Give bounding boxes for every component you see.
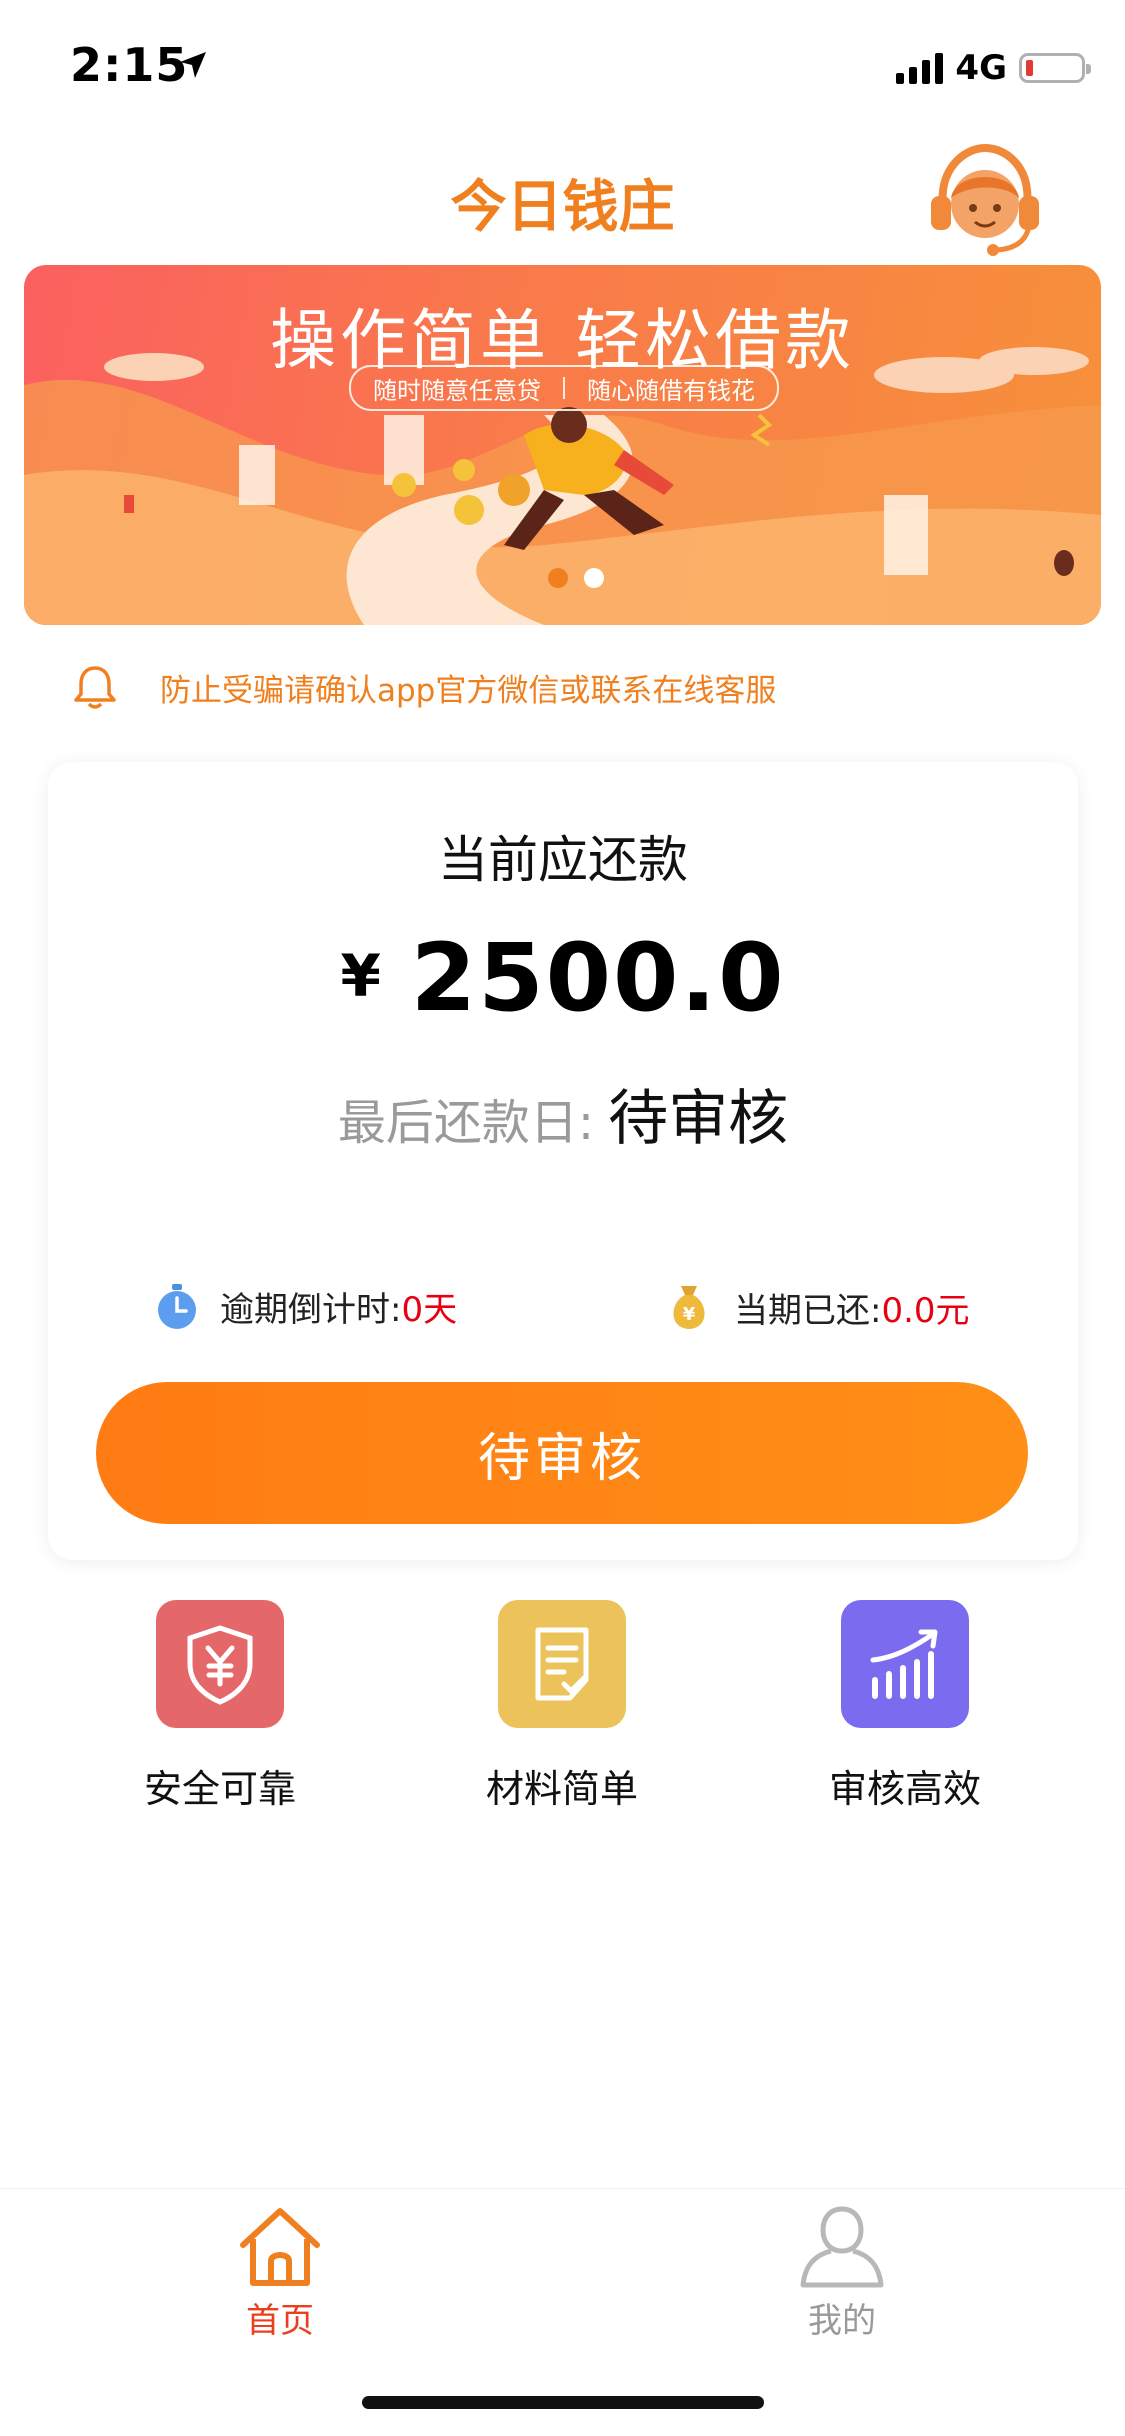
document-check-icon [498,1600,626,1728]
feature-label: 材料简单 [485,1767,638,1811]
overdue-label: 逾期倒计时: [220,1290,402,1330]
amount-value: 2500.0 [410,924,786,1033]
due-date-row: 最后还款日: 待审核 [48,1070,1078,1157]
overdue-value: 0天 [401,1290,458,1330]
home-icon [240,2208,320,2286]
notice-text: 防止受骗请确认app官方微信或联系在线客服 [160,672,777,709]
repayment-amount: ¥2500.0 [48,924,1078,1033]
paid-label: 当期已还: [734,1290,882,1331]
due-date-label: 最后还款日: [337,1095,595,1151]
notice-bar: 防止受骗请确认app官方微信或联系在线客服 [70,662,776,712]
banner-pagination [548,568,604,588]
svg-text:¥: ¥ [683,1304,696,1325]
feature-simple-docs[interactable]: 材料简单 [442,1600,682,1813]
feature-safe[interactable]: 安全可靠 [100,1600,340,1813]
banner-dot[interactable] [584,568,604,588]
user-icon [800,2206,884,2288]
status-bar: 2:15 4G [0,0,1125,130]
due-date-value: 待审核 [608,1084,789,1154]
battery-icon [1019,53,1091,83]
home-screen: 2:15 4G 今日钱庄 操作简单 轻松借款 随时随意任意贷 随心随借有钱花 防… [0,0,1125,2436]
repayment-label: 当前应还款 [438,831,688,889]
cellular-signal-icon [896,52,944,84]
banner-subtitle: 随时随意任意贷 随心随借有钱花 [349,365,779,411]
banner-subtitle-left: 随时随意任意贷 [373,376,541,405]
paid-value: 0.0元 [881,1290,970,1331]
feature-label: 安全可靠 [143,1767,296,1811]
stopwatch-icon [158,1283,196,1329]
bell-icon [74,666,116,709]
status-time: 2:15 [70,38,189,92]
growth-chart-icon [841,1600,969,1728]
feature-fast-review[interactable]: 审核高效 [785,1600,1025,1813]
repayment-stats: 逾期倒计时: 0天 ¥ 当期已还: 0.0元 [156,1282,996,1342]
promo-banner[interactable]: 操作简单 轻松借款 随时随意任意贷 随心随借有钱花 [24,265,1101,625]
feature-row: 安全可靠 材料简单 审核高效 [0,1600,1125,1830]
tab-home-label: 首页 [246,2301,314,2341]
banner-dot-active[interactable] [548,568,568,588]
pending-review-button[interactable]: 待审核 [96,1382,1028,1524]
home-indicator[interactable] [362,2396,764,2409]
shield-yuan-icon [156,1600,284,1728]
tab-mine[interactable]: 我的 [742,2203,942,2342]
repayment-card: 当前应还款 ¥2500.0 最后还款日: 待审核 逾期倒计时: 0天 ¥ 当期已… [48,762,1078,1560]
banner-subtitle-divider [563,377,565,399]
overdue-countdown: 逾期倒计时: 0天 [156,1282,457,1331]
location-arrow-icon [180,52,206,78]
status-indicators: 4G [896,48,1091,88]
network-type: 4G [955,48,1007,88]
feature-label: 审核高效 [828,1767,981,1811]
banner-subtitle-right: 随心随借有钱花 [587,376,755,405]
paid-this-period: ¥ 当期已还: 0.0元 [666,1282,970,1332]
customer-service-icon[interactable] [925,140,1045,260]
tab-home[interactable]: 首页 [180,2203,380,2342]
currency-symbol: ¥ [340,942,381,1010]
tab-mine-label: 我的 [808,2301,876,2341]
money-bag-icon: ¥ [673,1286,705,1329]
